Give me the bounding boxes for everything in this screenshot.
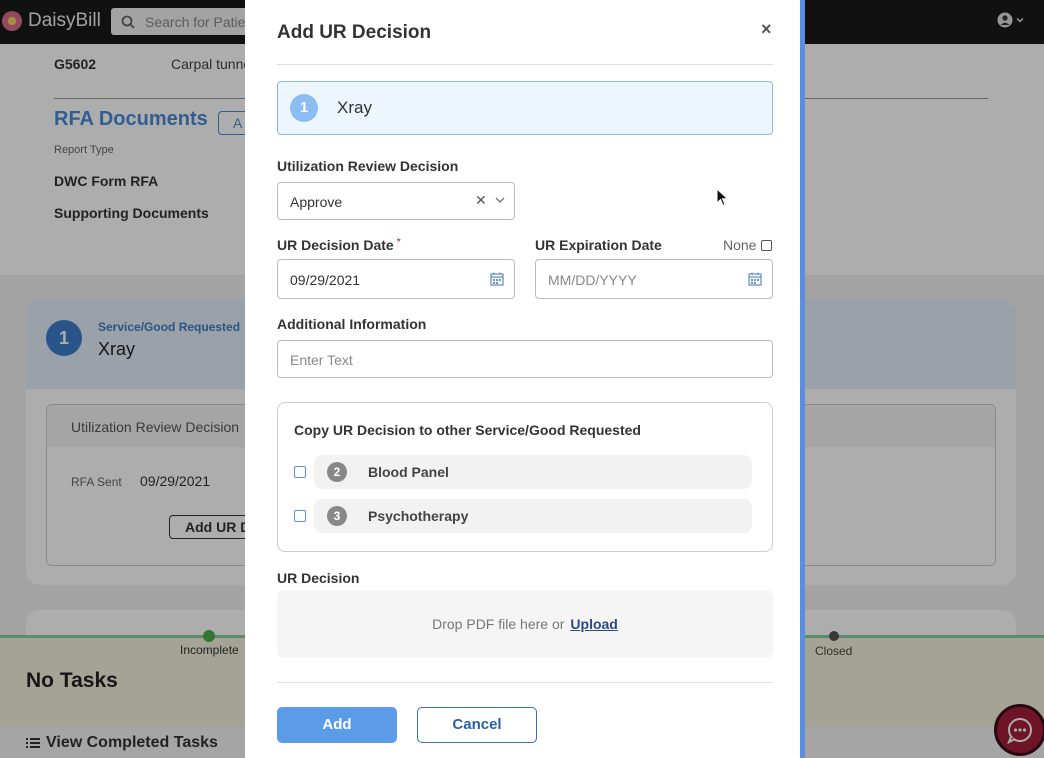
add-button[interactable]: Add [277,707,397,743]
decision-date-label: UR Decision Date * [277,237,401,253]
modal-header-divider [277,64,773,65]
drop-zone-text: Drop PDF file here or [432,616,565,632]
none-label: None [723,237,757,253]
mouse-cursor-icon [716,188,729,207]
chevron-down-icon[interactable] [494,193,506,207]
cancel-button[interactable]: Cancel [417,707,537,743]
additional-info-input[interactable]: Enter Text [277,340,773,378]
pdf-drop-zone[interactable]: Drop PDF file here or Upload [277,590,773,658]
ur-decision-value: Approve [290,194,343,210]
service-number-badge: 2 [327,462,347,482]
none-option[interactable]: None [723,237,773,253]
copy-item-pill: 3 Psychotherapy [314,499,752,533]
additional-info-label: Additional Information [277,316,427,332]
ur-decision-label: Utilization Review Decision [277,158,459,174]
copy-item-name: Blood Panel [368,464,449,480]
calendar-icon[interactable] [748,272,762,286]
service-number-badge: 3 [327,506,347,526]
calendar-icon[interactable] [490,272,504,286]
decision-date-value: 09/29/2021 [290,272,361,288]
additional-info-placeholder: Enter Text [290,352,353,368]
required-marker: * [396,237,401,248]
expiration-date-input[interactable]: MM/DD/YYYY [535,259,773,299]
modal-footer-divider [277,682,773,683]
selected-service-banner: 1 Xray [277,81,773,135]
modal-title: Add UR Decision [277,22,432,43]
none-checkbox[interactable] [761,239,773,251]
ur-decision-select[interactable]: Approve ✕ [277,182,515,220]
modal-scrollbar[interactable] [800,0,805,758]
ur-decision-file-label: UR Decision [277,570,360,586]
expiration-date-placeholder: MM/DD/YYYY [548,272,637,288]
clear-icon[interactable]: ✕ [475,192,487,209]
decision-date-label-text: UR Decision Date [277,237,394,253]
copy-item-pill: 2 Blood Panel [314,455,752,489]
expiration-date-label: UR Expiration Date [535,237,662,253]
decision-date-input[interactable]: 09/29/2021 [277,259,515,299]
service-name: Xray [337,98,372,117]
copy-decision-panel: Copy UR Decision to other Service/Good R… [277,402,773,552]
close-icon[interactable]: × [761,19,772,40]
service-number-badge: 1 [290,94,318,122]
copy-checkbox[interactable] [294,466,306,478]
copy-decision-title: Copy UR Decision to other Service/Good R… [294,422,641,438]
copy-checkbox[interactable] [294,510,306,522]
upload-link[interactable]: Upload [570,616,617,632]
add-ur-decision-modal: Add UR Decision × 1 Xray Utilization Rev… [245,0,800,758]
copy-item-name: Psychotherapy [368,508,469,524]
